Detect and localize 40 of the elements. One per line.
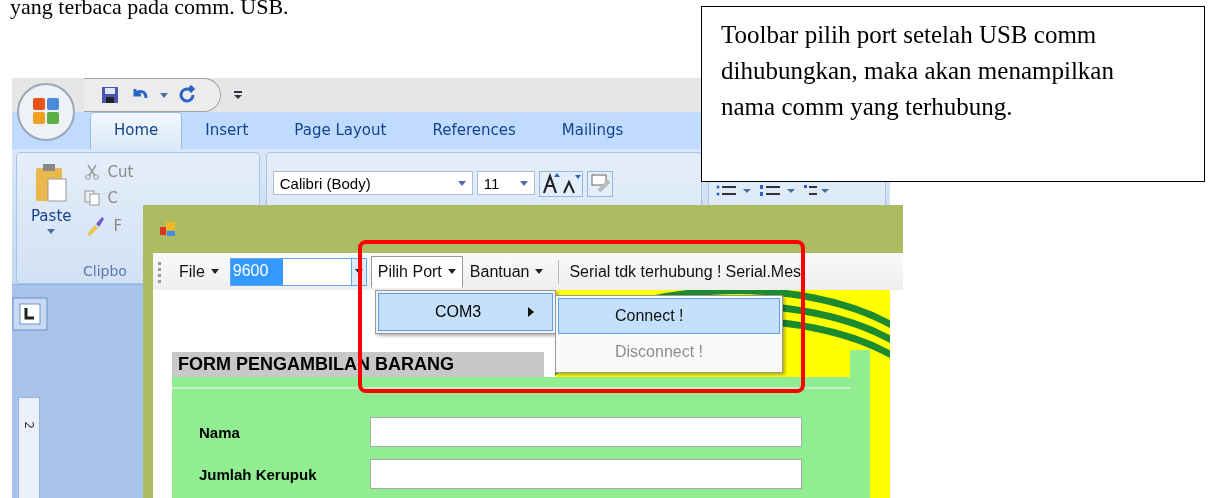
vertical-ruler: 2 <box>18 397 40 498</box>
caret-icon <box>47 229 56 234</box>
file-menu[interactable]: File <box>172 255 226 288</box>
app-icon <box>158 221 176 239</box>
copy-icon <box>83 190 100 206</box>
caret-icon <box>210 269 219 274</box>
caret-icon[interactable] <box>160 92 168 98</box>
redo-icon[interactable] <box>178 85 198 105</box>
save-icon[interactable] <box>100 85 120 105</box>
message-label: Serial.Mes <box>724 262 803 281</box>
ribbon-tab[interactable]: Insert <box>182 113 272 149</box>
grow-font-icon[interactable] <box>538 171 583 197</box>
grip-icon[interactable] <box>158 260 162 283</box>
input-field[interactable] <box>370 417 802 447</box>
caret-icon <box>457 180 466 186</box>
customize-icon[interactable] <box>233 90 243 100</box>
ribbon-tab[interactable]: Mailings <box>538 113 647 149</box>
toolbar-menu[interactable]: Bantuan <box>462 255 551 288</box>
tab-stop-icon[interactable] <box>12 297 48 331</box>
paste-button[interactable]: Paste <box>31 163 72 283</box>
ribbon-tab[interactable]: Home <box>90 112 183 149</box>
caret-icon <box>535 269 544 274</box>
ribbon-tab[interactable]: References <box>409 113 539 149</box>
caret-icon <box>519 180 528 186</box>
font-size-field[interactable]: 11 <box>476 171 535 195</box>
field-label: Nama <box>199 423 241 441</box>
submenu-arrow-icon <box>528 307 534 317</box>
field-label: Jumlah Kerupuk <box>199 465 318 483</box>
toolbar-menu[interactable]: Pilih Port <box>370 255 463 288</box>
clipboard-icon <box>34 163 69 203</box>
menu-item[interactable]: COM3 <box>378 293 553 331</box>
group-label: Clipbo <box>83 263 127 279</box>
caret-icon <box>447 269 456 274</box>
font-name-field[interactable]: Calibri (Body) <box>272 171 473 195</box>
input-field[interactable] <box>370 459 802 489</box>
ribbon-tab[interactable]: Page Layout <box>271 113 410 149</box>
menu-item[interactable]: Connect ! <box>558 298 780 334</box>
callout-box: Toolbar pilih port setelah USB comm dihubungkan, maka akan menampilkan nama comm yang terhubung. <box>701 6 1205 182</box>
scissors-icon <box>83 164 100 180</box>
status-label: Serial tdk terhubung ! <box>568 262 723 281</box>
